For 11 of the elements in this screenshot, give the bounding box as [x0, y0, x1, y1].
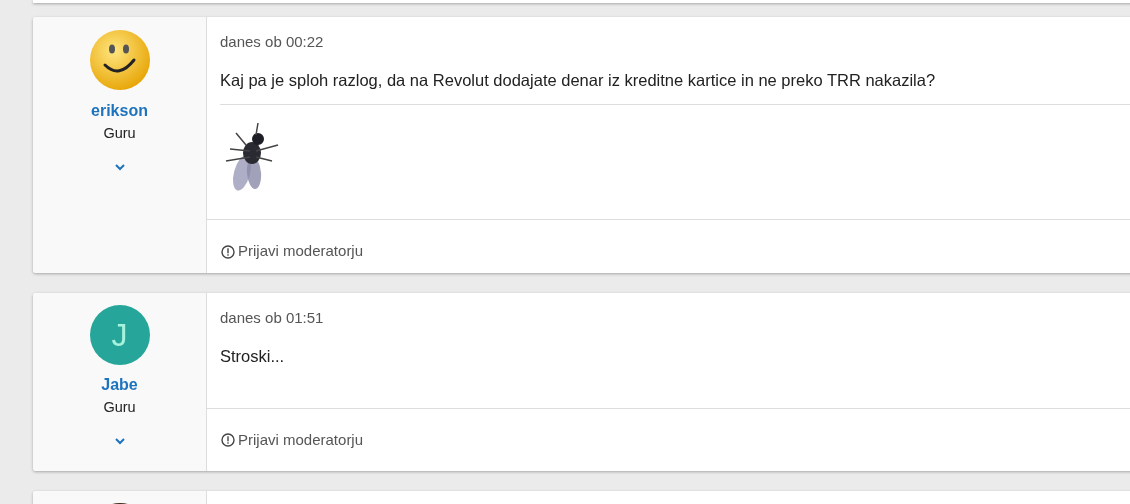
post-timestamp: danes ob 01:51 [220, 308, 325, 328]
post-text: Kaj pa je sploh razlog, da na Revolut dodajate denar iz kreditne kartice in ne preko TRR nakazila? [220, 69, 937, 91]
user-rank: Guru [103, 398, 136, 417]
username-link[interactable]: erikson [91, 99, 148, 123]
report-link[interactable]: Prijavi moderatorju [221, 428, 364, 452]
avatar-initial: J [89, 305, 150, 365]
user-rank: Guru [103, 124, 136, 143]
post-text: Stroski... [220, 345, 286, 367]
username-link[interactable]: Jabe [101, 373, 138, 397]
report-link[interactable]: Prijavi moderatorju [221, 240, 364, 263]
post-timestamp: danes ob 00:22 [220, 32, 325, 52]
